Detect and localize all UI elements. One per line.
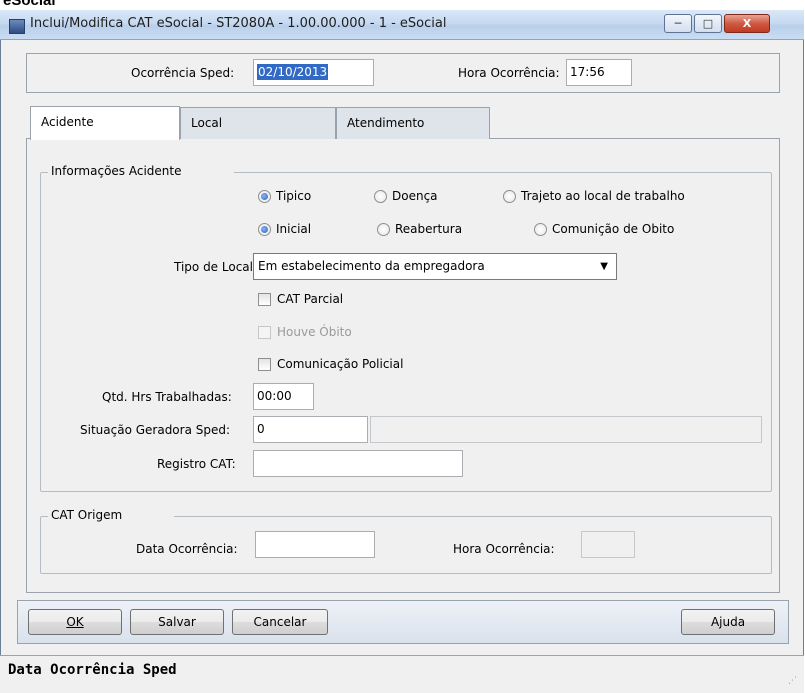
radio-trajeto[interactable] (503, 190, 516, 203)
radio-tipico[interactable] (258, 190, 271, 203)
qtd-hrs-label: Qtd. Hrs Trabalhadas: (102, 390, 232, 404)
salvar-button[interactable]: Salvar (130, 609, 224, 635)
situacao-geradora-input[interactable]: 0 (253, 416, 368, 443)
situacao-geradora-description (370, 416, 762, 443)
tipo-local-value: Em estabelecimento da empregadora (258, 259, 485, 273)
radio-doenca[interactable] (374, 190, 387, 203)
radio-doenca-label: Doença (392, 189, 438, 203)
radio-tipico-label: Tipico (276, 189, 312, 203)
hora-ocorrencia-input[interactable]: 17:56 (566, 59, 632, 86)
radio-inicial-label: Inicial (276, 222, 312, 236)
hora-ocorrencia-origem-input (581, 531, 635, 558)
tab-atendimento[interactable]: Atendimento (336, 107, 490, 139)
ocorrencia-sped-label: Ocorrência Sped: (131, 66, 235, 80)
registro-cat-input[interactable] (253, 450, 463, 477)
background-caption: eSocial (3, 0, 56, 9)
comunicacao-policial-label: Comunicação Policial (277, 357, 404, 371)
resize-grip-icon[interactable]: ⋰ (788, 676, 797, 686)
data-ocorrencia-label: Data Ocorrência: (136, 542, 238, 556)
radio-reabertura-label: Reabertura (395, 222, 463, 236)
ajuda-button[interactable]: Ajuda (681, 609, 775, 635)
radio-comunicacao-obito-label: Comunição de Obito (552, 222, 675, 236)
cat-parcial-label: CAT Parcial (277, 292, 344, 306)
dropdown-arrow-icon: ▼ (600, 261, 608, 272)
ocorrencia-sped-input[interactable]: 02/10/2013 (253, 59, 374, 86)
hora-ocorrencia-origem-label: Hora Ocorrência: (453, 542, 555, 556)
tab-acidente[interactable]: Acidente (30, 106, 180, 140)
minimize-button[interactable]: ─ (664, 14, 692, 33)
ocorrencia-sped-value: 02/10/2013 (257, 64, 329, 80)
tipo-local-select[interactable]: Em estabelecimento da empregadora ▼ (253, 253, 617, 280)
tipo-local-label: Tipo de Local: (174, 260, 258, 274)
houve-obito-label: Houve Óbito (277, 325, 352, 339)
informacoes-acidente-group (40, 172, 772, 492)
radio-inicial[interactable] (258, 223, 271, 236)
cat-origem-legend: CAT Origem (48, 508, 174, 522)
radio-trajeto-label: Trajeto ao local de trabalho (521, 189, 685, 203)
hora-ocorrencia-label: Hora Ocorrência: (458, 66, 560, 80)
window-title: Inclui/Modifica CAT eSocial - ST2080A - … (30, 16, 447, 31)
qtd-hrs-input[interactable]: 00:00 (253, 383, 314, 410)
radio-comunicacao-obito[interactable] (534, 223, 547, 236)
salvar-button-label: Salvar (158, 615, 196, 629)
situacao-geradora-label: Situação Geradora Sped: (80, 423, 231, 437)
radio-reabertura[interactable] (377, 223, 390, 236)
registro-cat-label: Registro CAT: (157, 457, 236, 471)
ok-button[interactable]: OK (28, 609, 122, 635)
maximize-button[interactable]: □ (694, 14, 722, 33)
tab-local[interactable]: Local (180, 107, 336, 139)
ok-button-label: OK (66, 615, 84, 629)
comunicacao-policial-checkbox[interactable] (258, 358, 271, 371)
status-text: Data Ocorrência Sped (8, 662, 177, 678)
close-button[interactable]: X (724, 14, 770, 33)
cancelar-button-label: Cancelar (253, 615, 307, 629)
houve-obito-checkbox (258, 326, 271, 339)
ajuda-button-label: Ajuda (710, 615, 746, 629)
informacoes-acidente-legend: Informações Acidente (48, 164, 234, 178)
data-ocorrencia-input[interactable] (255, 531, 375, 558)
cancelar-button[interactable]: Cancelar (232, 609, 328, 635)
app-icon (9, 19, 25, 34)
cat-parcial-checkbox[interactable] (258, 293, 271, 306)
